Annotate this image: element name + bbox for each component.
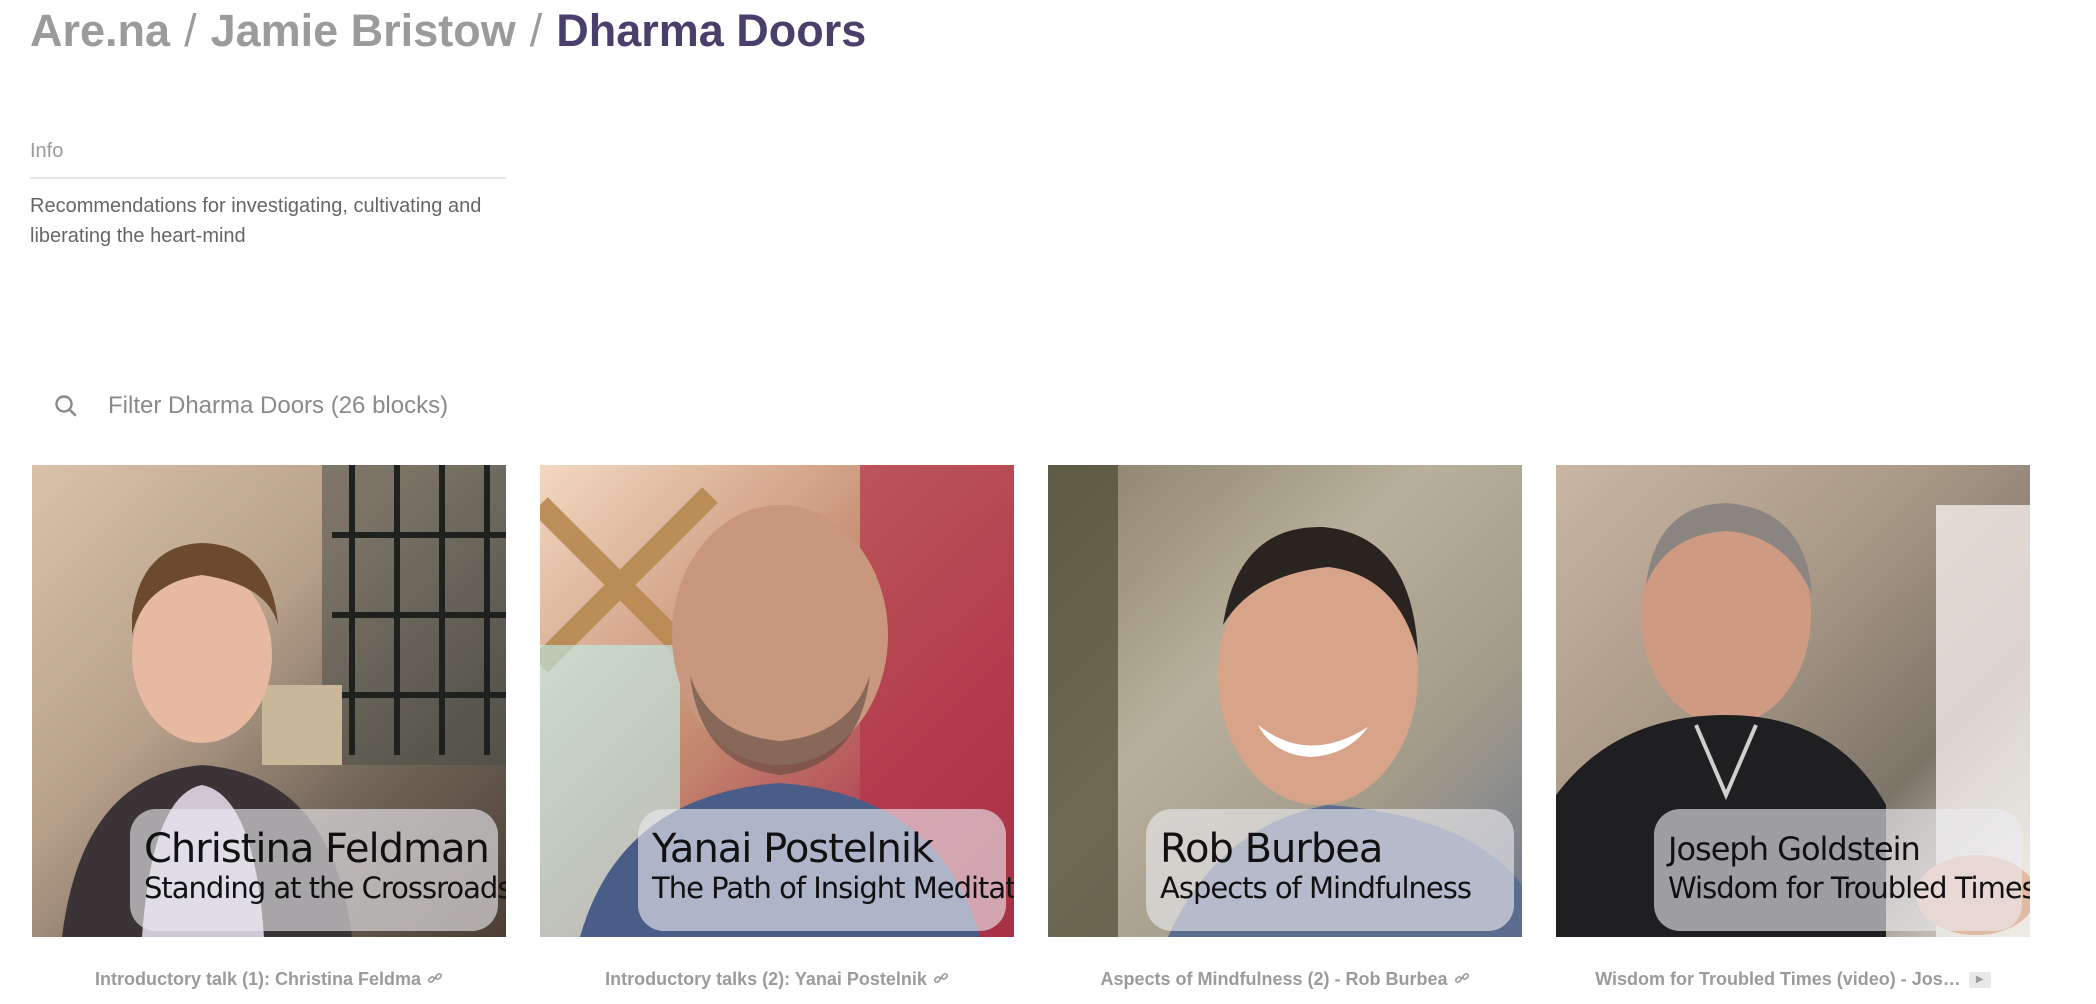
block-thumbnail[interactable]: Joseph Goldstein Wisdom for Troubled Tim… xyxy=(1556,465,2030,937)
block-item[interactable]: Rob Burbea Aspects of Mindfulness Aspect… xyxy=(1048,465,1522,991)
overlay-speaker-name: Joseph Goldstein xyxy=(1668,830,1921,868)
title-overlay: Rob Burbea Aspects of Mindfulness xyxy=(1146,809,1514,931)
block-caption[interactable]: Wisdom for Troubled Times (video) - Jos…… xyxy=(1556,969,2030,990)
breadcrumb-separator: / xyxy=(529,5,543,56)
overlay-speaker-name: Rob Burbea xyxy=(1160,826,1383,872)
block-title: Wisdom for Troubled Times (video) - Jos… xyxy=(1595,969,1961,989)
filter-input[interactable] xyxy=(108,392,708,420)
channel-description: Recommendations for investigating, culti… xyxy=(30,195,482,247)
overlay-talk-title: Aspects of Mindfulness xyxy=(1160,871,1472,905)
block-item[interactable]: Yanai Postelnik The Path of Insight Medi… xyxy=(540,465,1014,991)
block-item[interactable]: Christina Feldman Standing at the Crossr… xyxy=(32,465,506,991)
overlay-speaker-name: Yanai Postelnik xyxy=(652,826,934,872)
play-icon: ▶ xyxy=(1968,972,1991,989)
block-thumbnail[interactable]: Yanai Postelnik The Path of Insight Medi… xyxy=(540,465,1014,937)
block-thumbnail[interactable]: Rob Burbea Aspects of Mindfulness xyxy=(1048,465,1522,937)
breadcrumb-user-link[interactable]: Jamie Bristow xyxy=(211,5,516,57)
breadcrumb-channel-title[interactable]: Dharma Doors xyxy=(556,5,866,57)
breadcrumb: Are.na / Jamie Bristow / Dharma Doors xyxy=(30,2,866,60)
block-title: Aspects of Mindfulness (2) - Rob Burbea xyxy=(1100,969,1448,989)
block-caption[interactable]: Introductory talk (1): Christina Feldma xyxy=(32,969,506,991)
title-overlay: Joseph Goldstein Wisdom for Troubled Tim… xyxy=(1654,809,2030,931)
filter-bar xyxy=(52,384,752,428)
title-overlay: Yanai Postelnik The Path of Insight Medi… xyxy=(638,809,1014,931)
title-overlay: Christina Feldman Standing at the Crossr… xyxy=(130,809,506,931)
link-icon xyxy=(427,970,443,991)
overlay-talk-title: Standing at the Crossroads xyxy=(144,871,506,905)
search-icon xyxy=(52,392,80,420)
overlay-talk-title: The Path of Insight Meditation xyxy=(652,871,1014,905)
overlay-speaker-name: Christina Feldman xyxy=(144,826,490,872)
block-caption[interactable]: Aspects of Mindfulness (2) - Rob Burbea xyxy=(1048,969,1522,991)
block-item[interactable]: Joseph Goldstein Wisdom for Troubled Tim… xyxy=(1556,465,2030,990)
breadcrumb-separator: / xyxy=(184,5,197,56)
breadcrumb-site-link[interactable]: Are.na xyxy=(30,5,170,57)
block-title: Introductory talk (1): Christina Feldma xyxy=(94,969,422,989)
block-title: Introductory talks (2): Yanai Postelnik xyxy=(605,969,927,989)
block-caption[interactable]: Introductory talks (2): Yanai Postelnik xyxy=(540,969,1014,991)
link-icon xyxy=(933,970,949,991)
link-icon xyxy=(1454,970,1470,991)
channel-info: Info Recommendations for investigating, … xyxy=(30,140,506,251)
info-label: Info xyxy=(30,140,506,179)
overlay-talk-title: Wisdom for Troubled Times xyxy=(1668,871,2030,905)
block-thumbnail[interactable]: Christina Feldman Standing at the Crossr… xyxy=(32,465,506,937)
